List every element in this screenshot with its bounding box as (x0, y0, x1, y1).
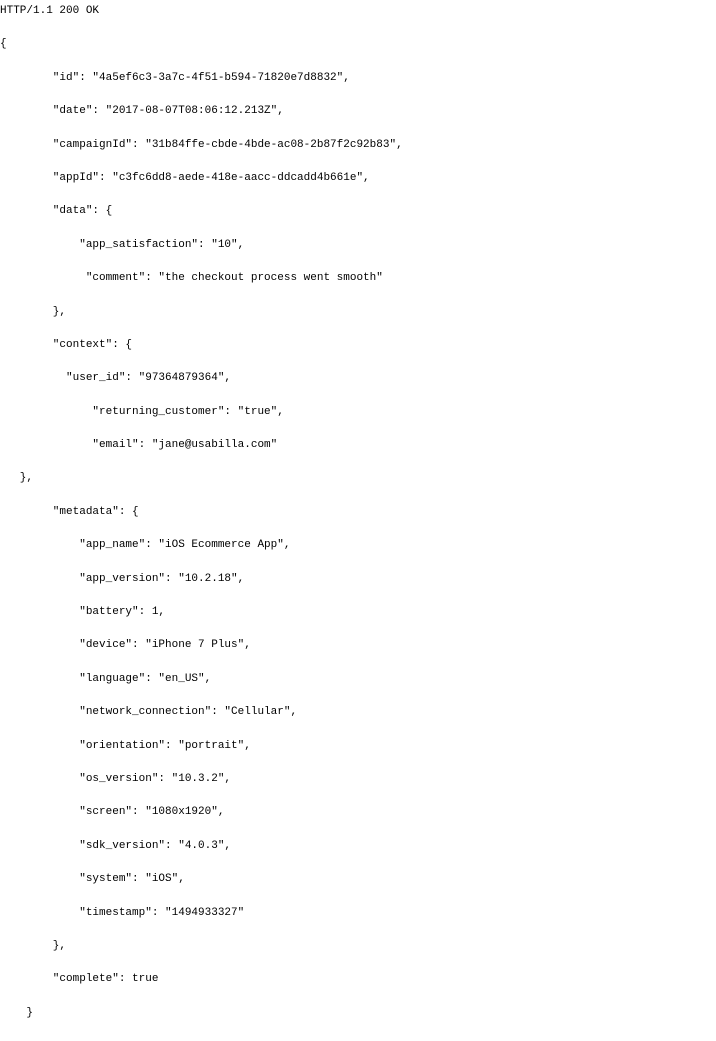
field-data-comment: "comment": "the checkout process went sm… (0, 271, 716, 286)
http-status-line: HTTP/1.1 200 OK (0, 4, 716, 19)
field-context-returning-customer: "returning_customer": "true", (0, 405, 716, 420)
field-metadata-timestamp: "timestamp": "1494933327" (0, 906, 716, 921)
json-open-brace: { (0, 37, 716, 52)
json-close-brace: } (0, 1006, 716, 1021)
field-metadata-battery: "battery": 1, (0, 605, 716, 620)
field-data-open: "data": { (0, 204, 716, 219)
field-context-open: "context": { (0, 338, 716, 353)
field-metadata-language: "language": "en_US", (0, 672, 716, 687)
field-metadata-network-connection: "network_connection": "Cellular", (0, 705, 716, 720)
field-context-user-id: "user_id": "97364879364", (0, 371, 716, 386)
field-metadata-system: "system": "iOS", (0, 872, 716, 887)
field-campaignId: "campaignId": "31b84ffe-cbde-4bde-ac08-2… (0, 138, 716, 153)
json-response-document: HTTP/1.1 200 OK { "id": "4a5ef6c3-3a7c-4… (0, 0, 716, 1041)
field-date: "date": "2017-08-07T08:06:12.213Z", (0, 104, 716, 119)
field-data-close: }, (0, 305, 716, 320)
field-metadata-close: }, (0, 939, 716, 954)
field-metadata-orientation: "orientation": "portrait", (0, 739, 716, 754)
field-id: "id": "4a5ef6c3-3a7c-4f51-b594-71820e7d8… (0, 71, 716, 86)
field-metadata-sdk-version: "sdk_version": "4.0.3", (0, 839, 716, 854)
field-metadata-device: "device": "iPhone 7 Plus", (0, 638, 716, 653)
field-data-app-satisfaction: "app_satisfaction": "10", (0, 238, 716, 253)
field-metadata-open: "metadata": { (0, 505, 716, 520)
field-context-close: }, (0, 471, 716, 486)
field-metadata-screen: "screen": "1080x1920", (0, 805, 716, 820)
field-appId: "appId": "c3fc6dd8-aede-418e-aacc-ddcadd… (0, 171, 716, 186)
field-metadata-os-version: "os_version": "10.3.2", (0, 772, 716, 787)
field-metadata-app-name: "app_name": "iOS Ecommerce App", (0, 538, 716, 553)
field-metadata-app-version: "app_version": "10.2.18", (0, 572, 716, 587)
field-context-email: "email": "jane@usabilla.com" (0, 438, 716, 453)
field-complete: "complete": true (0, 972, 716, 987)
